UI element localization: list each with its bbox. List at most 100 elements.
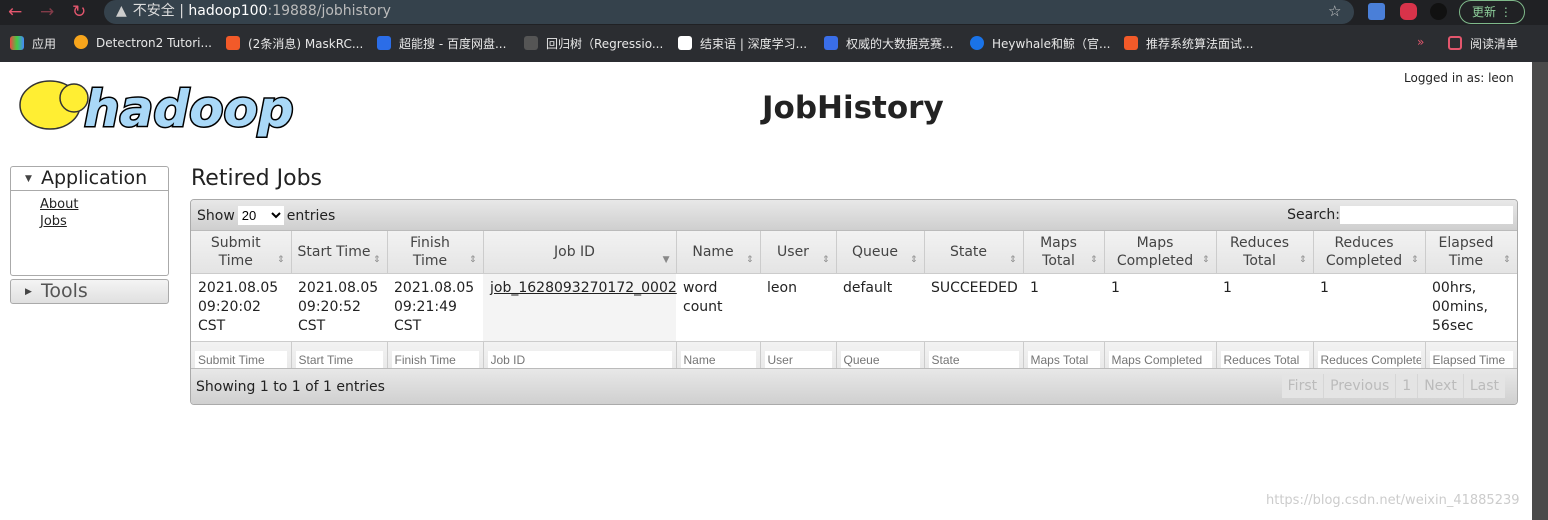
sort-icon: ⇕ bbox=[1089, 254, 1098, 265]
pagination: First Previous 1 Next Last bbox=[1281, 374, 1505, 398]
column-header-elapsed-time[interactable]: Elapsed Time ⇕ bbox=[1425, 231, 1517, 274]
sort-icon: ⇕ bbox=[1298, 254, 1307, 265]
filter-finish-time[interactable] bbox=[391, 351, 479, 368]
filter-job-id[interactable] bbox=[487, 351, 672, 368]
back-icon[interactable]: ← bbox=[8, 2, 22, 22]
url-path: :19888/jobhistory bbox=[267, 3, 391, 19]
filter-maps-completed[interactable] bbox=[1108, 351, 1212, 368]
translate-icon[interactable] bbox=[1368, 3, 1385, 20]
column-header-state[interactable]: State ⇕ bbox=[924, 231, 1024, 274]
cell: 2021.08.05 09:20:02 CST bbox=[198, 279, 279, 334]
watermark: https://blog.csdn.net/weixin_41885239 bbox=[1266, 493, 1520, 508]
triangle-down-icon: ▼ bbox=[25, 174, 32, 184]
sort-icon: ⇕ bbox=[372, 254, 381, 265]
bookmark-star-icon[interactable]: ☆ bbox=[1328, 2, 1341, 20]
previous-page-button[interactable]: Previous bbox=[1324, 374, 1397, 398]
cell: 00hrs, 00mins, 56sec bbox=[1432, 279, 1488, 334]
cell: 1 bbox=[1030, 279, 1039, 296]
tools-panel[interactable]: ▶ Tools bbox=[10, 279, 169, 304]
filter-user[interactable] bbox=[764, 351, 832, 368]
entries-select[interactable]: 20 bbox=[237, 206, 284, 225]
sort-icon: ⇕ bbox=[468, 254, 477, 265]
side-panel-strip bbox=[1532, 62, 1548, 520]
cell: 1 bbox=[1111, 279, 1120, 296]
filter-start-time[interactable] bbox=[295, 351, 383, 368]
more-bookmarks-button[interactable]: » bbox=[1417, 35, 1424, 49]
address-bar[interactable]: ▲ 不安全 | hadoop100:19888/jobhistory bbox=[104, 0, 1354, 24]
cell: 1 bbox=[1223, 279, 1232, 296]
jobs-table-wrapper: Show 20 entries Search: Submit Time ⇕ Start … bbox=[190, 199, 1518, 405]
filter-reduces-completed[interactable] bbox=[1317, 351, 1421, 368]
filter-elapsed-time[interactable] bbox=[1429, 351, 1513, 368]
reload-icon[interactable]: ↻ bbox=[72, 2, 86, 22]
application-panel: ▼ Application About Jobs bbox=[10, 166, 169, 276]
browser-toolbar: ← → ↻ ▲ 不安全 | hadoop100:19888/jobhistory … bbox=[0, 0, 1548, 25]
bookmark-data-competition[interactable]: 权威的大数据竞赛... bbox=[824, 35, 953, 52]
forward-icon[interactable]: → bbox=[40, 2, 54, 22]
column-header-submit-time[interactable]: Submit Time ⇕ bbox=[191, 231, 292, 274]
filter-state[interactable] bbox=[928, 351, 1019, 368]
filter-maps-total[interactable] bbox=[1027, 351, 1100, 368]
sort-icon: ⇕ bbox=[276, 254, 285, 265]
column-header-reduces-total[interactable]: Reduces Total ⇕ bbox=[1216, 231, 1314, 274]
next-page-button[interactable]: Next bbox=[1418, 374, 1464, 398]
reading-list-button[interactable]: 阅读清单 bbox=[1448, 35, 1518, 52]
page-1-button[interactable]: 1 bbox=[1396, 374, 1419, 398]
logged-in-label: Logged in as: leon bbox=[1404, 71, 1514, 85]
bookmark-regression-tree[interactable]: 回归树（Regressio... bbox=[524, 35, 663, 52]
sort-icon: ⇕ bbox=[1201, 254, 1210, 265]
bookmark-recommender[interactable]: 推荐系统算法面试... bbox=[1124, 35, 1253, 52]
security-label: 不安全 bbox=[132, 3, 175, 19]
triangle-right-icon: ▶ bbox=[25, 287, 32, 297]
about-link[interactable]: About bbox=[40, 196, 168, 213]
bookmark-heywhale[interactable]: Heywhale和鲸（官... bbox=[970, 35, 1110, 52]
svg-text:hadoop: hadoop bbox=[84, 80, 294, 138]
filter-name[interactable] bbox=[680, 351, 756, 368]
hadoop-logo: hadoop bbox=[19, 79, 295, 140]
column-header-start-time[interactable]: Start Time ⇕ bbox=[291, 231, 388, 274]
bookmark-maskrcnn[interactable]: (2条消息) MaskRC... bbox=[226, 35, 363, 52]
column-header-finish-time[interactable]: Finish Time ⇕ bbox=[387, 231, 484, 274]
filter-submit-time[interactable] bbox=[195, 351, 287, 368]
sort-icon: ⇕ bbox=[1502, 254, 1511, 265]
last-page-button[interactable]: Last bbox=[1464, 374, 1505, 398]
cell: 1 bbox=[1320, 279, 1329, 296]
cell-job-id: job_1628093270172_0002 bbox=[483, 273, 677, 341]
cell: leon bbox=[767, 279, 797, 296]
column-header-job-id[interactable]: Job ID ▼ bbox=[483, 231, 677, 274]
sort-icon: ⇕ bbox=[1008, 254, 1017, 265]
cell: SUCCEEDED bbox=[931, 279, 1018, 296]
column-header-reduces-completed[interactable]: Reduces Completed ⇕ bbox=[1313, 231, 1426, 274]
cell: 2021.08.05 09:21:49 CST bbox=[394, 279, 475, 334]
sort-icon: ⇕ bbox=[909, 254, 918, 265]
cell: 2021.08.05 09:20:52 CST bbox=[298, 279, 379, 334]
column-header-name[interactable]: Name ⇕ bbox=[676, 231, 761, 274]
sort-icon: ⇕ bbox=[821, 254, 830, 265]
column-header-maps-total[interactable]: Maps Total ⇕ bbox=[1023, 231, 1105, 274]
cell: word count bbox=[683, 279, 723, 315]
update-button[interactable]: 更新 ⋮ bbox=[1459, 0, 1525, 24]
column-header-queue[interactable]: Queue ⇕ bbox=[836, 231, 925, 274]
job-id-link[interactable]: job_1628093270172_0002 bbox=[490, 280, 677, 296]
sort-icon: ⇕ bbox=[1410, 254, 1419, 265]
show-label: Show bbox=[197, 208, 235, 224]
bookmark-deep-learning[interactable]: 结束语 | 深度学习... bbox=[678, 35, 807, 52]
filter-queue[interactable] bbox=[840, 351, 920, 368]
table-row: 2021.08.05 09:20:02 CST 2021.08.05 09:20:… bbox=[191, 273, 1517, 341]
first-page-button[interactable]: First bbox=[1282, 374, 1325, 398]
extensions-icon[interactable] bbox=[1400, 3, 1417, 20]
bookmark-detectron2[interactable]: Detectron2 Tutori... bbox=[74, 35, 212, 50]
cell: default bbox=[843, 279, 893, 296]
bookmark-baidu-search[interactable]: 超能搜 - 百度网盘... bbox=[377, 35, 506, 52]
search-input[interactable] bbox=[1340, 206, 1513, 224]
jobs-link[interactable]: Jobs bbox=[40, 213, 168, 230]
bookmarks-bar: 应用 Detectron2 Tutori... (2条消息) MaskRC...… bbox=[0, 25, 1548, 62]
filter-reduces-total[interactable] bbox=[1220, 351, 1309, 368]
column-header-maps-completed[interactable]: Maps Completed ⇕ bbox=[1104, 231, 1217, 274]
warning-icon: ▲ bbox=[116, 3, 127, 19]
application-header[interactable]: ▼ Application bbox=[11, 167, 168, 191]
sort-icon: ⇕ bbox=[745, 254, 754, 265]
bookmark-apps[interactable]: 应用 bbox=[10, 35, 56, 52]
profile-icon[interactable] bbox=[1430, 3, 1447, 20]
column-header-user[interactable]: User ⇕ bbox=[760, 231, 837, 274]
